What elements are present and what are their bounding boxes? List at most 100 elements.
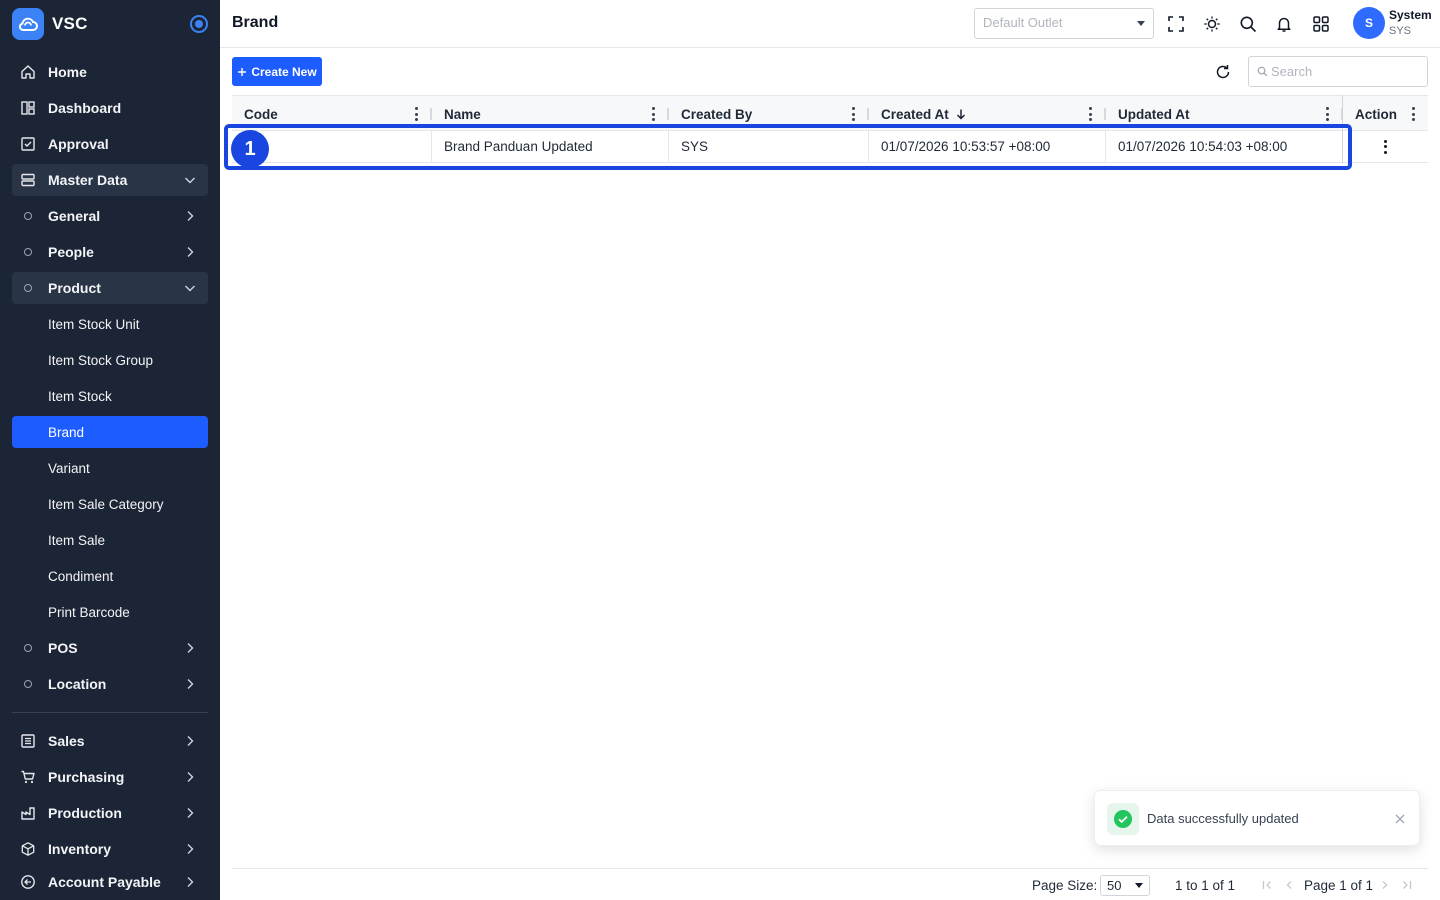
refresh-icon[interactable] xyxy=(1212,61,1234,83)
first-page-icon[interactable] xyxy=(1260,878,1274,892)
column-header-label: Name xyxy=(444,106,481,122)
sidebar-divider xyxy=(12,712,208,713)
server-icon xyxy=(18,170,38,190)
search-input[interactable] xyxy=(1271,62,1421,81)
avatar[interactable]: S xyxy=(1353,7,1385,39)
sidebar-item-label: Item Sale Category xyxy=(48,496,164,512)
last-page-icon[interactable] xyxy=(1400,878,1414,892)
chevron-right-icon xyxy=(187,877,194,887)
sidebar-item-product[interactable]: Product xyxy=(12,272,208,304)
fullscreen-icon[interactable] xyxy=(1164,12,1188,36)
create-new-button[interactable]: Create New xyxy=(232,57,322,86)
row-action-menu-button[interactable] xyxy=(1343,131,1428,162)
column-menu-icon[interactable] xyxy=(414,107,418,121)
column-menu-icon[interactable] xyxy=(1325,107,1329,121)
check-circle-icon xyxy=(1107,803,1139,835)
sidebar-item-label: Condiment xyxy=(48,568,114,584)
cell-created-at[interactable]: 01/07/2026 10:53:57 +08:00 xyxy=(869,131,1106,162)
column-header-created-by[interactable]: Created By xyxy=(669,96,869,132)
circle-bullet-icon xyxy=(24,284,32,292)
sidebar-item-item-sale-category[interactable]: Item Sale Category xyxy=(12,488,208,520)
column-header-code[interactable]: Code xyxy=(232,96,432,132)
cloud-logo-icon xyxy=(12,8,44,40)
cell-name[interactable]: Brand Panduan Updated xyxy=(432,131,669,162)
top-header: Brand Default Outlet S System SYS xyxy=(220,0,1440,48)
sidebar-item-label: Sales xyxy=(48,733,85,749)
sidebar-item-label: Item Stock Group xyxy=(48,352,154,368)
next-page-icon[interactable] xyxy=(1378,878,1392,892)
column-menu-icon[interactable] xyxy=(1088,107,1092,121)
page-size-select[interactable]: 50 xyxy=(1100,875,1150,896)
column-header-updated-at[interactable]: Updated At xyxy=(1106,96,1343,132)
sidebar-item-pos[interactable]: POS xyxy=(12,632,208,664)
column-header-label: Created By xyxy=(681,106,753,122)
apps-grid-icon[interactable] xyxy=(1309,12,1333,36)
sidebar-item-location[interactable]: Location xyxy=(12,668,208,700)
sidebar-item-sales[interactable]: Sales xyxy=(12,725,208,757)
sidebar-item-people[interactable]: People xyxy=(12,236,208,268)
chevron-down-icon xyxy=(185,177,195,184)
column-header-label: Updated At xyxy=(1118,106,1190,122)
sidebar-item-condiment[interactable]: Condiment xyxy=(12,560,208,592)
approval-check-icon xyxy=(18,134,38,154)
sidebar-item-production[interactable]: Production xyxy=(12,797,208,829)
box-icon xyxy=(18,839,38,859)
bell-icon[interactable] xyxy=(1272,12,1296,36)
previous-page-icon[interactable] xyxy=(1282,878,1296,892)
search-icon[interactable] xyxy=(1236,12,1260,36)
column-menu-icon[interactable] xyxy=(1411,107,1415,121)
outlet-select[interactable]: Default Outlet xyxy=(974,8,1154,39)
sidebar-item-print-barcode[interactable]: Print Barcode xyxy=(12,596,208,628)
page-size-label: Page Size: xyxy=(1032,878,1098,893)
dashboard-icon xyxy=(18,98,38,118)
grid-search-box[interactable] xyxy=(1248,56,1428,87)
close-icon[interactable] xyxy=(1393,812,1407,826)
sidebar-item-item-stock-unit[interactable]: Item Stock Unit xyxy=(12,308,208,340)
sidebar-item-master-data[interactable]: Master Data xyxy=(12,164,208,196)
column-header-label: Created At xyxy=(881,106,949,122)
column-header-name[interactable]: Name xyxy=(432,96,669,132)
sidebar-item-home[interactable]: Home xyxy=(12,56,208,88)
sidebar-item-item-stock[interactable]: Item Stock xyxy=(12,380,208,412)
sales-list-icon xyxy=(18,731,38,751)
column-header-action[interactable]: Action xyxy=(1343,96,1428,132)
sidebar-item-purchasing[interactable]: Purchasing xyxy=(12,761,208,793)
sidebar-item-inventory[interactable]: Inventory xyxy=(12,833,208,865)
cell-updated-at[interactable]: 01/07/2026 10:54:03 +08:00 xyxy=(1106,131,1343,162)
chevron-right-icon xyxy=(187,679,194,689)
sidebar-item-label: Item Sale xyxy=(48,532,106,548)
sidebar-item-item-stock-group[interactable]: Item Stock Group xyxy=(12,344,208,376)
column-menu-icon[interactable] xyxy=(651,107,655,121)
sun-theme-icon[interactable] xyxy=(1200,12,1224,36)
sidebar-item-label: Variant xyxy=(48,460,90,476)
sidebar-item-dashboard[interactable]: Dashboard xyxy=(12,92,208,124)
cell-text: 01/07/2026 10:54:03 +08:00 xyxy=(1118,139,1288,154)
column-menu-icon[interactable] xyxy=(851,107,855,121)
sidebar-item-brand[interactable]: Brand xyxy=(12,416,208,448)
user-code: SYS xyxy=(1389,25,1412,37)
grid-pagination: Page Size: 50 1 to 1 of 1 Page 1 of 1 xyxy=(232,868,1428,900)
column-header-created-at[interactable]: Created At xyxy=(869,96,1106,132)
sidebar-item-variant[interactable]: Variant xyxy=(12,452,208,484)
sidebar-item-label: POS xyxy=(48,640,78,656)
search-icon xyxy=(1257,66,1268,77)
chevron-right-icon xyxy=(187,844,194,854)
chevron-right-icon xyxy=(187,211,194,221)
sidebar-item-approval[interactable]: Approval xyxy=(12,128,208,160)
sidebar-item-item-sale[interactable]: Item Sale xyxy=(12,524,208,556)
sidebar-pin-toggle-icon[interactable] xyxy=(190,15,208,33)
circle-bullet-icon xyxy=(24,644,32,652)
sidebar-item-label: Product xyxy=(48,280,101,296)
chevron-right-icon xyxy=(187,736,194,746)
caret-down-icon xyxy=(1137,21,1145,26)
page-size-value: 50 xyxy=(1107,878,1122,893)
column-header-label: Action xyxy=(1355,106,1397,122)
table-row[interactable]: Brand Panduan Updated SYS 01/07/2026 10:… xyxy=(232,131,1428,163)
sidebar-item-label: Purchasing xyxy=(48,769,125,785)
cell-text: 01/07/2026 10:53:57 +08:00 xyxy=(881,139,1051,154)
brand-data-grid: Code Name Created By Created At Updated … xyxy=(232,95,1428,869)
cell-created-by[interactable]: SYS xyxy=(669,131,869,162)
sidebar-item-account-payable[interactable]: Account Payable xyxy=(12,866,208,898)
caret-down-icon xyxy=(1135,883,1143,888)
sidebar-item-general[interactable]: General xyxy=(12,200,208,232)
